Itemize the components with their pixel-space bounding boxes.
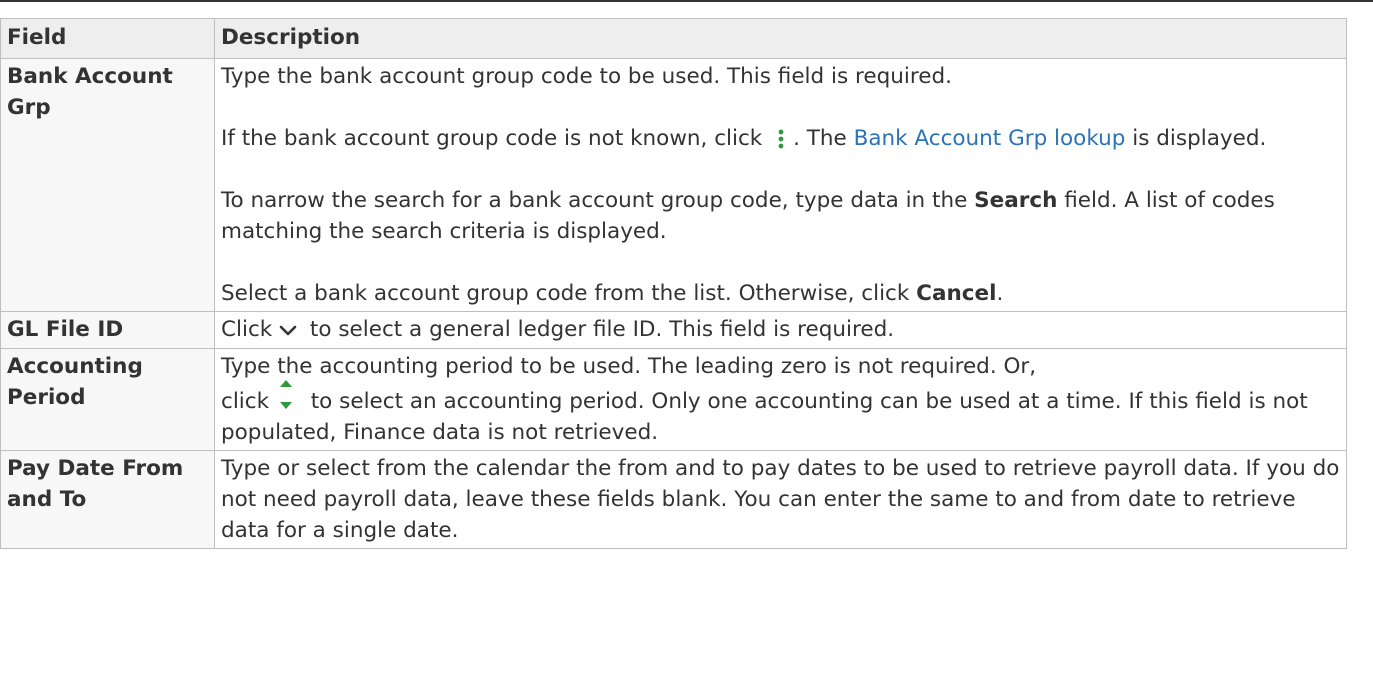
bank-account-grp-lookup-link[interactable]: Bank Account Grp lookup bbox=[854, 126, 1126, 151]
description-paragraph: If the bank account group code is not kn… bbox=[221, 123, 1340, 154]
field-description: Type or select from the calendar the fro… bbox=[214, 449, 1347, 549]
cancel-term: Cancel bbox=[916, 281, 997, 306]
description-text: To narrow the search for a bank account … bbox=[221, 188, 968, 213]
description-text: click bbox=[221, 388, 270, 414]
description-text: . The bbox=[793, 126, 847, 151]
field-description: Type the bank account group code to be u… bbox=[214, 58, 1347, 312]
kebab-vertical-icon bbox=[769, 129, 793, 149]
field-name: Pay Date From and To bbox=[0, 449, 215, 549]
description-paragraph: To narrow the search for a bank account … bbox=[221, 185, 1340, 247]
description-paragraph: Select a bank account group code from th… bbox=[221, 278, 1340, 309]
table-header-row: Field Description bbox=[0, 18, 1347, 59]
search-term: Search bbox=[974, 188, 1058, 213]
description-text: Click bbox=[221, 317, 273, 342]
chevron-down-icon bbox=[279, 315, 303, 346]
description-text: Type the accounting period to be used. T… bbox=[221, 353, 1037, 379]
description-text: If the bank account group code is not kn… bbox=[221, 126, 763, 151]
table-row: Pay Date From and To Type or select from… bbox=[0, 449, 1347, 549]
field-name: Bank Account Grp bbox=[0, 58, 215, 312]
description-line: click to select an accounting period. On… bbox=[221, 379, 1340, 448]
description-text: Type the bank account group code to be u… bbox=[221, 64, 952, 89]
table-row: GL File ID Click to select a general led… bbox=[0, 311, 1347, 349]
table-row: Accounting Period Type the accounting pe… bbox=[0, 347, 1347, 451]
field-name: Accounting Period bbox=[0, 347, 215, 451]
up-down-spinner-icon bbox=[276, 379, 304, 412]
header-description: Description bbox=[214, 18, 1347, 59]
field-description: Type the accounting period to be used. T… bbox=[214, 347, 1347, 451]
description-text: to select an accounting period. Only one… bbox=[221, 388, 1308, 445]
description-paragraph: Type the bank account group code to be u… bbox=[221, 61, 1340, 92]
field-name: GL File ID bbox=[0, 311, 215, 349]
description-text: Select a bank account group code from th… bbox=[221, 281, 910, 306]
table-row: Bank Account Grp Type the bank account g… bbox=[0, 58, 1347, 312]
top-rule bbox=[0, 0, 1373, 2]
field-description-table: Field Description Bank Account Grp Type … bbox=[0, 18, 1347, 549]
description-text: . bbox=[996, 281, 1004, 306]
header-field: Field bbox=[0, 18, 215, 59]
field-description: Click to select a general ledger file ID… bbox=[214, 311, 1347, 349]
description-text: to select a general ledger file ID. This… bbox=[309, 317, 895, 342]
description-text: is displayed. bbox=[1132, 126, 1267, 151]
